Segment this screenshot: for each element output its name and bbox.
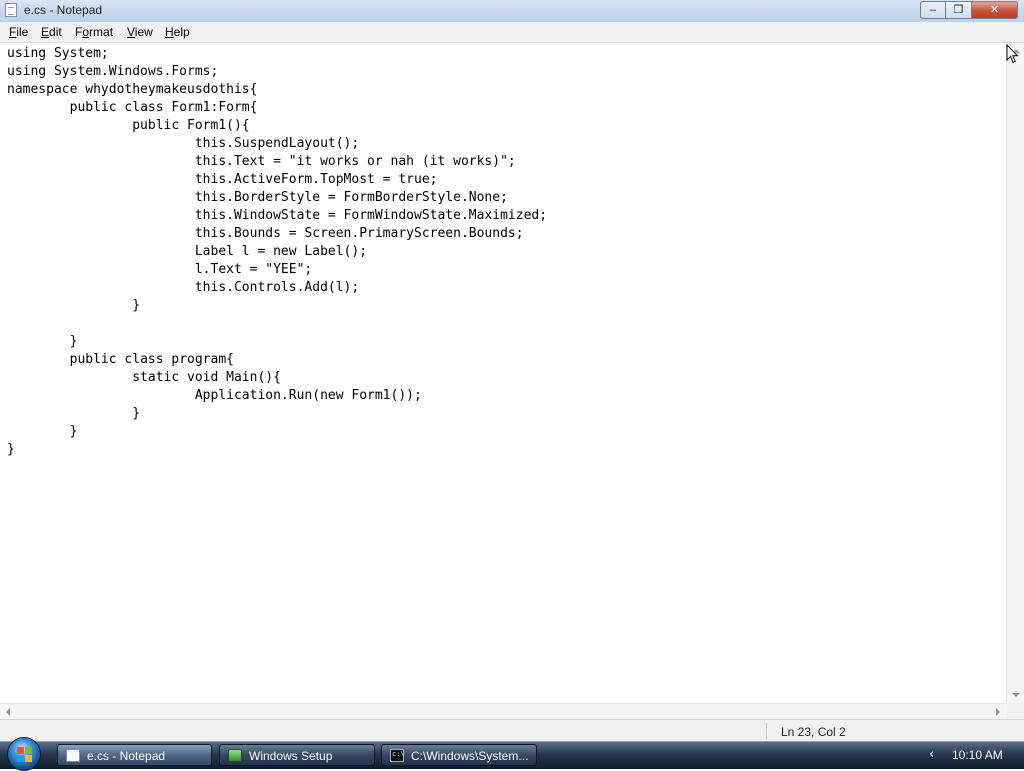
taskbar-item-label: e.cs - Notepad [87, 749, 166, 763]
menu-view-mnemonic: V [127, 25, 135, 39]
menu-view[interactable]: View [127, 25, 153, 39]
windows-logo-icon [17, 755, 24, 762]
menu-file[interactable]: File [9, 25, 28, 39]
notepad-icon [66, 749, 80, 762]
title-bar[interactable]: e.cs - Notepad ‒ ❐ ✕ [0, 0, 1024, 23]
notepad-icon[interactable] [5, 3, 17, 17]
menu-help[interactable]: Help [165, 25, 190, 39]
minimize-button[interactable]: ‒ [920, 1, 946, 19]
windows-logo-icon [17, 747, 24, 754]
taskbar-item-command-prompt[interactable]: C:\Windows\System... [381, 744, 537, 766]
taskbar: e.cs - Notepad Windows Setup C:\Windows\… [0, 737, 1024, 771]
scrollbar-corner [1006, 703, 1024, 719]
menu-edit[interactable]: Edit [41, 25, 62, 39]
menu-format-rest: rmat [89, 25, 114, 39]
vertical-scrollbar[interactable] [1006, 43, 1024, 703]
show-hidden-icons-icon[interactable]: ‹ [929, 747, 934, 762]
menu-file-rest: ile [16, 25, 29, 39]
menu-edit-rest: dit [49, 25, 62, 39]
scroll-down-icon[interactable] [1012, 693, 1020, 697]
maximize-button[interactable]: ❐ [946, 1, 972, 19]
menu-view-rest: iew [134, 25, 153, 39]
scroll-right-icon[interactable] [996, 708, 1000, 716]
start-button[interactable] [7, 737, 41, 771]
mouse-pointer-icon [1006, 44, 1019, 64]
cmd-icon [390, 749, 405, 762]
text-editor[interactable]: using System; using System.Windows.Forms… [0, 43, 1006, 703]
taskbar-item-label: C:\Windows\System... [411, 749, 529, 763]
menu-help-mnemonic: H [165, 25, 174, 39]
system-clock[interactable]: 10:10 AM [952, 748, 1003, 762]
horizontal-scrollbar[interactable] [0, 703, 1006, 719]
windows-logo-icon [25, 747, 32, 754]
window-title: e.cs - Notepad [24, 3, 103, 17]
scroll-left-icon[interactable] [6, 708, 10, 716]
windows-logo-icon [25, 755, 32, 762]
setup-icon [228, 749, 242, 762]
menu-edit-mnemonic: E [41, 25, 50, 39]
taskbar-item-label: Windows Setup [249, 749, 333, 763]
editor-content[interactable]: using System; using System.Windows.Forms… [7, 45, 547, 459]
cursor-position: Ln 23, Col 2 [781, 725, 846, 739]
taskbar-item-notepad[interactable]: e.cs - Notepad [57, 744, 212, 766]
taskbar-item-windows-setup[interactable]: Windows Setup [219, 744, 375, 766]
close-button[interactable]: ✕ [972, 1, 1018, 19]
status-divider [766, 723, 767, 739]
menu-bar: File Edit Format View Help [0, 22, 1024, 43]
status-bar: Ln 23, Col 2 [0, 719, 1024, 742]
menu-format[interactable]: Format [75, 25, 113, 39]
menu-help-rest: elp [173, 25, 190, 39]
